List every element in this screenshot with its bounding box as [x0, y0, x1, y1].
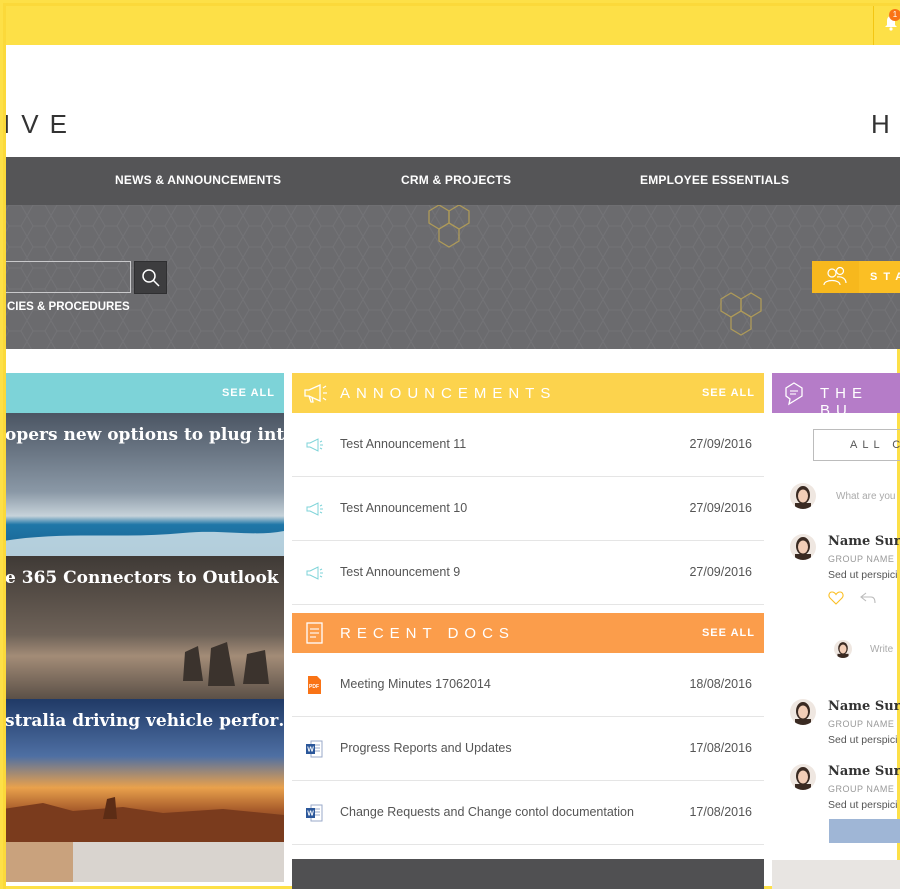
chat-bubble-icon	[785, 382, 803, 406]
reply-icon[interactable]	[860, 591, 876, 605]
doc-date: 17/08/2016	[689, 741, 752, 755]
word-icon: W	[306, 740, 323, 758]
news-tile-partial[interactable]	[3, 842, 284, 882]
news-caption: opers new options to plug int…	[5, 425, 284, 445]
post-text: Sed ut perspici	[828, 569, 898, 581]
post-text: Sed ut perspici	[828, 734, 898, 746]
staff-icon-box	[812, 261, 859, 293]
doc-date: 18/08/2016	[689, 677, 752, 691]
doc-date: 17/08/2016	[689, 805, 752, 819]
document-icon	[306, 622, 323, 644]
person-image	[3, 842, 284, 882]
policies-link[interactable]: CIES & PROCEDURES	[7, 301, 130, 313]
hero-banner: CIES & PROCEDURES STA	[3, 205, 900, 349]
megaphone-icon	[306, 438, 323, 452]
announcements-see-all[interactable]: SEE ALL	[702, 387, 755, 399]
brand-row: IVE H	[3, 45, 900, 157]
doc-title: Change Requests and Change contol docume…	[340, 805, 634, 819]
post-author[interactable]: Name Surna	[828, 764, 900, 779]
nav-item-news[interactable]: NEWS & ANNOUNCEMENTS	[115, 173, 281, 187]
nav-item-employee[interactable]: EMPLOYEE ESSENTIALS	[640, 173, 789, 187]
announcement-row[interactable]: Test Announcement 10 27/09/2016	[292, 477, 764, 541]
news-caption: e 365 Connectors to Outlook …	[5, 568, 284, 588]
news-column: SEE ALL opers new options to plug int… e…	[3, 373, 284, 882]
avatar	[790, 764, 816, 790]
post-author[interactable]: Name Surna	[828, 534, 900, 549]
avatar	[790, 699, 816, 725]
spacer	[292, 605, 764, 613]
avatar	[834, 640, 852, 658]
news-caption: stralia driving vehicle perfor…	[5, 711, 284, 731]
megaphone-icon	[306, 502, 323, 516]
announcement-date: 27/09/2016	[689, 437, 752, 451]
recent-docs-header: RECENT DOCS SEE ALL	[292, 613, 764, 653]
svg-text:PDF: PDF	[309, 684, 319, 690]
compose-input[interactable]: What are you	[836, 491, 895, 502]
announcement-date: 27/09/2016	[689, 565, 752, 579]
doc-title: Meeting Minutes 17062014	[340, 677, 491, 691]
buzz-column: THE BU ALL C What are you Name Surna GRO…	[772, 373, 900, 889]
buzz-title: THE BU	[820, 385, 868, 419]
megaphone-icon	[304, 383, 327, 403]
announcement-date: 27/09/2016	[689, 501, 752, 515]
buzz-next-preview	[772, 860, 900, 889]
search-icon	[142, 269, 160, 287]
notifications-button[interactable]: 1	[873, 3, 900, 45]
doc-row[interactable]: W Progress Reports and Updates 17/08/201…	[292, 717, 764, 781]
reply-input[interactable]: Write	[870, 644, 893, 655]
center-column: ANNOUNCEMENTS SEE ALL Test Announcement …	[292, 373, 764, 889]
post-image[interactable]	[829, 819, 900, 843]
pdf-icon: PDF	[308, 676, 321, 694]
announcement-title: Test Announcement 11	[340, 437, 467, 451]
people-icon	[823, 266, 847, 286]
search-button[interactable]	[134, 261, 167, 294]
heart-icon[interactable]	[828, 591, 844, 605]
avatar	[790, 483, 816, 509]
news-tile[interactable]: stralia driving vehicle perfor…	[3, 699, 284, 842]
announcement-row[interactable]: Test Announcement 11 27/09/2016	[292, 413, 764, 477]
post-group: GROUP NAME	[828, 784, 895, 794]
staff-directory-button[interactable]: STA	[812, 261, 900, 293]
word-icon: W	[306, 804, 323, 822]
announcements-header: ANNOUNCEMENTS SEE ALL	[292, 373, 764, 413]
svg-text:W: W	[307, 747, 314, 754]
buzz-filter-select[interactable]: ALL C	[813, 429, 900, 461]
search-input[interactable]	[3, 261, 131, 293]
news-tile[interactable]: opers new options to plug int…	[3, 413, 284, 556]
post-text: Sed ut perspici	[828, 799, 898, 811]
avatar	[790, 534, 816, 560]
recent-docs-see-all[interactable]: SEE ALL	[702, 627, 755, 639]
svg-text:W: W	[307, 811, 314, 818]
site-logo[interactable]: IVE	[3, 109, 78, 140]
buzz-header: THE BU	[772, 373, 900, 419]
doc-row[interactable]: W Change Requests and Change contol docu…	[292, 781, 764, 845]
notification-badge: 1	[889, 9, 900, 21]
recent-docs-title: RECENT DOCS	[340, 625, 515, 642]
top-bar: 1	[3, 3, 900, 45]
announcement-title: Test Announcement 10	[340, 501, 468, 515]
doc-title: Progress Reports and Updates	[340, 741, 512, 755]
doc-row[interactable]: PDF Meeting Minutes 17062014 18/08/2016	[292, 653, 764, 717]
main-nav: NEWS & ANNOUNCEMENTS CRM & PROJECTS EMPL…	[3, 157, 900, 205]
next-section-preview	[292, 859, 764, 889]
announcement-title: Test Announcement 9	[340, 565, 461, 579]
news-tile[interactable]: e 365 Connectors to Outlook …	[3, 556, 284, 699]
announcement-row[interactable]: Test Announcement 9 27/09/2016	[292, 541, 764, 605]
megaphone-icon	[306, 566, 323, 580]
post-author[interactable]: Name Surna	[828, 699, 900, 714]
nav-item-crm[interactable]: CRM & PROJECTS	[401, 173, 511, 187]
news-header: SEE ALL	[3, 373, 284, 413]
announcements-title: ANNOUNCEMENTS	[340, 385, 557, 402]
post-group: GROUP NAME	[828, 554, 895, 564]
staff-button-label: STA	[870, 271, 900, 283]
post-group: GROUP NAME	[828, 719, 895, 729]
brand-right-text: H	[871, 109, 890, 139]
news-see-all[interactable]: SEE ALL	[222, 387, 275, 399]
